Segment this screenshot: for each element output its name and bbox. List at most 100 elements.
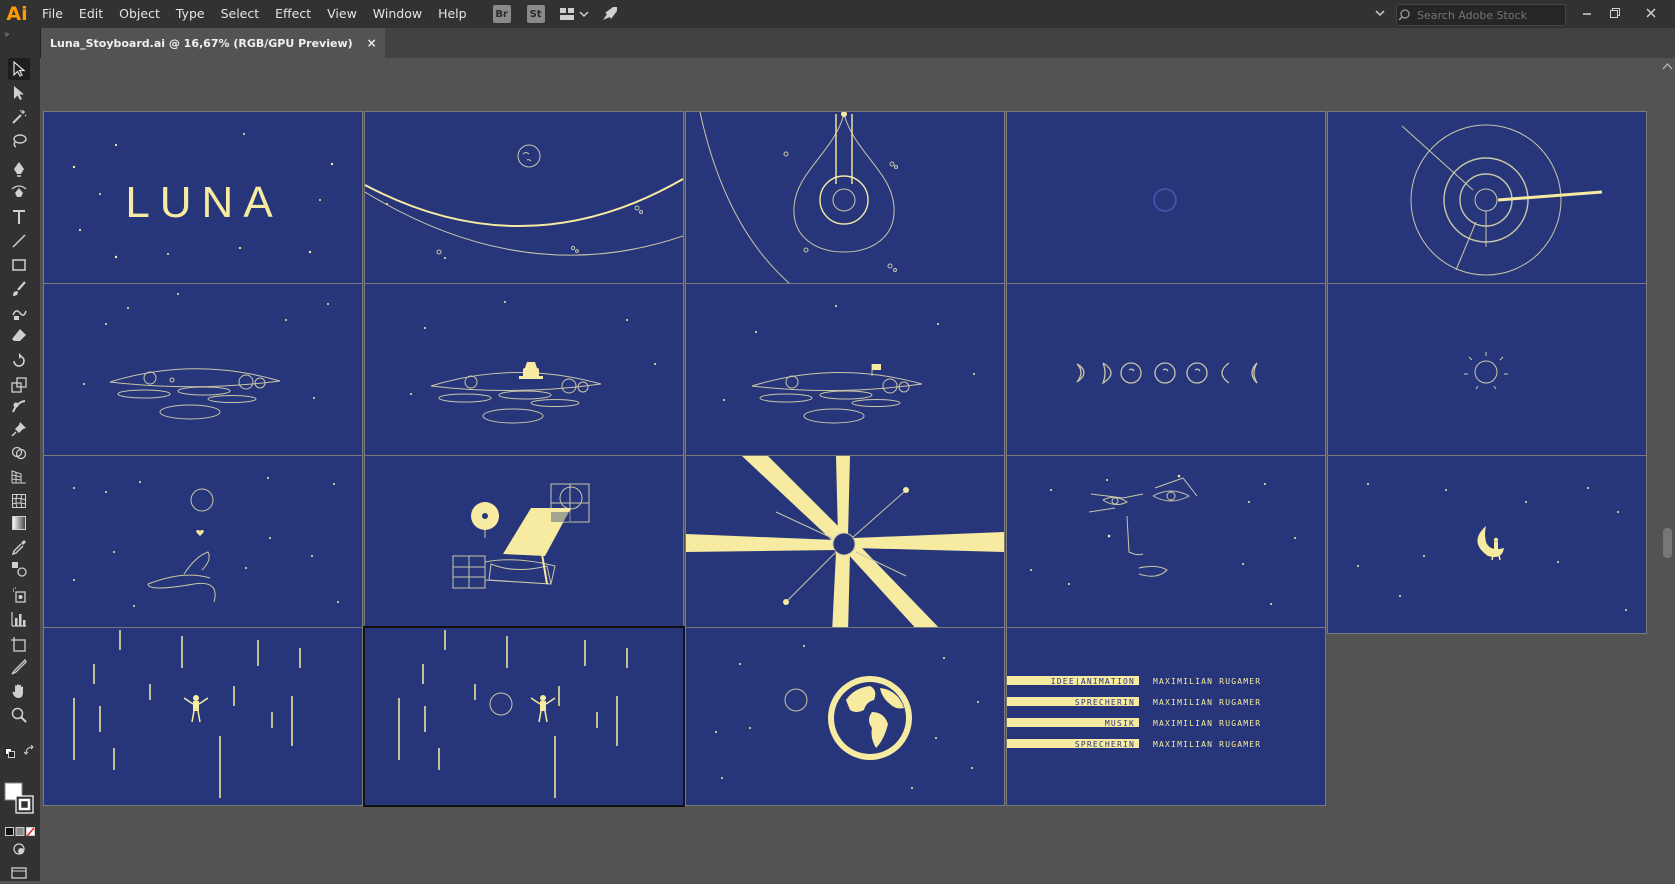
stock-search-box[interactable] [1396, 4, 1566, 26]
vertical-scrollbar[interactable] [1660, 58, 1675, 881]
artboard-16[interactable] [43, 627, 363, 806]
artboard-05[interactable] [1327, 111, 1647, 290]
artboard-05-art [1401, 124, 1603, 276]
type-tool[interactable] [8, 206, 30, 228]
swap-colors-icon[interactable] [23, 742, 36, 755]
artboard-17[interactable] [363, 626, 685, 807]
default-colors-icon[interactable] [5, 743, 15, 758]
eraser-icon [12, 329, 26, 341]
artboard-19[interactable]: IDEE|ANIMATION MAXIMILIAN RUGAMER SPRECH… [1006, 627, 1326, 806]
column-graph-icon [11, 612, 26, 627]
fill-stroke-swatches[interactable] [4, 782, 36, 818]
artboard-12[interactable] [364, 455, 684, 634]
line-segment-tool[interactable] [8, 230, 30, 252]
magic-wand-icon [12, 109, 27, 124]
artboard-11[interactable] [43, 455, 363, 634]
menu-object[interactable]: Object [111, 0, 168, 28]
perspective-grid-tool[interactable] [8, 466, 30, 488]
credit-role-1: IDEE|ANIMATION [1051, 677, 1135, 686]
chevron-down-icon [1375, 10, 1385, 17]
artboard-tool[interactable] [8, 634, 30, 656]
canvas-area[interactable]: LUNA IDEE|ANIMATION MAXIMILIAN RUGAMER S… [40, 58, 1660, 881]
workspace-switcher[interactable] [1290, 4, 1390, 24]
artboard-04[interactable] [1006, 111, 1326, 290]
slice-knife-icon [11, 659, 27, 675]
paintbrush-tool[interactable] [8, 278, 30, 300]
scroll-thumb[interactable] [1663, 528, 1672, 558]
artboard-13[interactable] [685, 455, 1005, 634]
rectangle-tool[interactable] [8, 254, 30, 276]
artboard-03[interactable] [685, 111, 1005, 290]
hand-tool[interactable] [8, 680, 30, 702]
menu-type[interactable]: Type [168, 0, 213, 28]
eraser-tool[interactable] [8, 324, 30, 346]
document-tab[interactable]: Luna_Stoyboard.ai @ 16,67% (RGB/GPU Prev… [40, 28, 385, 58]
shape-builder-icon [11, 446, 27, 460]
close-tab-button[interactable]: × [367, 36, 377, 50]
gpu-performance-icon[interactable] [601, 5, 619, 23]
stock-search-input[interactable] [1415, 8, 1559, 22]
menu-effect[interactable]: Effect [267, 0, 319, 28]
mesh-tool[interactable] [8, 490, 30, 512]
zoom-tool[interactable] [8, 704, 30, 726]
puppet-warp-tool[interactable] [8, 418, 30, 440]
shaper-tool[interactable] [8, 302, 30, 324]
curvature-pen-icon [11, 185, 27, 197]
artboard-02[interactable] [364, 111, 684, 290]
artboard-18-art [715, 645, 979, 789]
artboard-15[interactable] [1327, 455, 1647, 634]
shape-builder-tool[interactable] [8, 442, 30, 464]
menu-file[interactable]: File [34, 0, 71, 28]
drawing-mode-tool[interactable] [8, 838, 30, 860]
scale-tool[interactable] [8, 374, 30, 396]
slice-tool[interactable] [8, 656, 30, 678]
artboard-07-art [410, 301, 656, 424]
blend-tool[interactable] [8, 558, 30, 580]
rectangle-icon [12, 259, 26, 271]
lasso-tool[interactable] [8, 130, 30, 152]
pen-tool[interactable] [8, 158, 30, 180]
bridge-icon[interactable]: Br [492, 5, 511, 23]
artboard-06[interactable] [43, 283, 363, 462]
artboard-10[interactable] [1327, 283, 1647, 462]
menu-select[interactable]: Select [213, 0, 268, 28]
curvature-tool[interactable] [8, 182, 30, 204]
artboard-08-art [723, 305, 975, 424]
artboard-01[interactable]: LUNA [43, 111, 363, 290]
gradient-tool[interactable] [8, 512, 30, 534]
menu-bar: Ai File Edit Object Type Select Effect V… [0, 0, 1675, 28]
minimize-icon [1583, 13, 1591, 15]
artboard-09[interactable] [1006, 283, 1326, 462]
artboard-06-art [83, 293, 329, 420]
artboard-07[interactable] [364, 283, 684, 462]
magic-wand-tool[interactable] [8, 106, 30, 128]
close-window-button[interactable] [1640, 4, 1662, 22]
artboard-08[interactable] [685, 283, 1005, 462]
selection-tool[interactable] [8, 58, 30, 80]
line-segment-icon [12, 234, 26, 248]
menu-help[interactable]: Help [430, 0, 475, 28]
panel-collapse-icon[interactable]: » [4, 30, 10, 40]
artboard-09-art [1076, 362, 1258, 385]
restore-button[interactable] [1604, 4, 1626, 22]
color-mode-buttons[interactable] [5, 822, 35, 837]
eyedropper-tool[interactable] [8, 536, 30, 558]
tools-panel: » [0, 28, 41, 881]
stock-icon[interactable]: St [526, 5, 545, 23]
scroll-up-icon[interactable] [1660, 61, 1675, 73]
menu-window[interactable]: Window [365, 0, 430, 28]
rotate-tool[interactable] [8, 350, 30, 372]
hand-icon [12, 684, 23, 698]
warp-tool[interactable] [8, 396, 30, 418]
document-tab-bar: Luna_Stoyboard.ai @ 16,67% (RGB/GPU Prev… [40, 28, 1675, 58]
arrange-documents-icon[interactable] [559, 6, 589, 22]
artboard-13-art [686, 456, 1004, 633]
artboard-14[interactable] [1006, 455, 1326, 634]
artboard-18[interactable] [685, 627, 1005, 806]
minimize-button[interactable] [1576, 4, 1598, 22]
symbol-sprayer-tool[interactable] [8, 584, 30, 606]
menu-edit[interactable]: Edit [71, 0, 111, 28]
menu-view[interactable]: View [319, 0, 365, 28]
direct-selection-tool[interactable] [8, 82, 30, 104]
column-graph-tool[interactable] [8, 608, 30, 630]
